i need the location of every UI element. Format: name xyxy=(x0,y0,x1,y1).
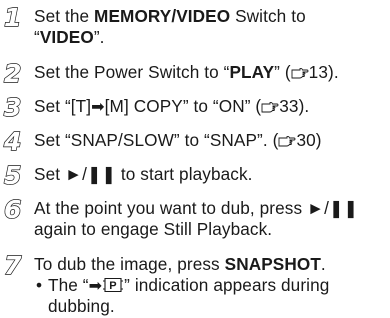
step-6-text: At the point you want to dub, press ►/❚❚… xyxy=(34,198,388,240)
text: At the point you want to dub, press ►/❚❚ xyxy=(34,198,359,218)
step-number-7: 7 xyxy=(2,250,30,280)
step-7-text: To dub the image, press SNAPSHOT. • The “… xyxy=(34,254,388,317)
page-reference: 30 xyxy=(296,130,316,150)
bold-text: MEMORY/VIDEO xyxy=(94,6,231,26)
text: ). xyxy=(298,96,310,116)
text: Set “[T] xyxy=(34,96,92,116)
text: Set the Power Switch to “ xyxy=(34,62,230,82)
step-number-text: 3 xyxy=(4,93,21,122)
page-reference: 13 xyxy=(308,62,328,82)
pointing-hand-reference-icon xyxy=(278,135,296,147)
bullet-continuation: dubbing. xyxy=(34,296,388,317)
step-5-text: Set ►/❚❚ to start playback. xyxy=(34,164,388,185)
text: Switch to xyxy=(230,6,306,26)
text: dubbing. xyxy=(48,296,115,316)
text: Set the xyxy=(34,6,95,26)
step-number-3: 3 xyxy=(2,92,30,122)
text: The “ xyxy=(48,275,89,295)
step-number-text: 2 xyxy=(4,59,21,88)
text: Set “SNAP/SLOW” to “SNAP”. ( xyxy=(34,130,279,150)
step-number-4: 4 xyxy=(2,126,30,156)
bullet-item: • The “➡ P ” indication appears during xyxy=(34,275,388,296)
bold-text: SNAPSHOT xyxy=(224,254,321,274)
step-4-text: Set “SNAP/SLOW” to “SNAP”. ( 30) xyxy=(34,130,388,151)
step-3-text: Set “[T]➡[M] COPY” to “ON” ( 33). xyxy=(34,96,388,117)
text: . xyxy=(320,254,326,274)
step-number-text: 4 xyxy=(3,127,21,156)
right-arrow-icon: ➡ xyxy=(88,278,103,295)
step-2-text: Set the Power Switch to “PLAY” ( 13). xyxy=(34,62,388,83)
text: Set ►/❚❚ to start playback. xyxy=(34,164,253,184)
bold-text: VIDEO xyxy=(39,27,94,47)
right-arrow-icon: ➡ xyxy=(91,99,105,116)
pointing-hand-reference-icon xyxy=(291,67,309,79)
text: To dub the image, press xyxy=(34,254,225,274)
pointing-hand-reference-icon xyxy=(261,101,279,113)
text: ” ( xyxy=(274,62,291,82)
step-number-text: 1 xyxy=(4,3,21,32)
step-number-1: 1 xyxy=(2,2,30,32)
step-number-5: 5 xyxy=(2,160,30,190)
text: ” indication appears during xyxy=(124,275,330,295)
bullet-mark: • xyxy=(36,275,43,295)
text: [M] COPY” to “ON” ( xyxy=(104,96,262,116)
text: ”. xyxy=(93,27,105,47)
step-number-2: 2 xyxy=(2,58,30,88)
step-1-text: Set the MEMORY/VIDEO Switch to “VIDEO”. xyxy=(34,6,388,48)
page-reference: 33 xyxy=(279,96,299,116)
p-in-frame-icon: P xyxy=(102,277,124,293)
p-icon-letter: P xyxy=(109,280,116,292)
bold-text: PLAY xyxy=(229,62,275,82)
text: ). xyxy=(328,62,339,82)
step-number-text: 5 xyxy=(4,161,21,190)
step-number-text: 7 xyxy=(4,251,22,280)
text: again to engage Still Playback. xyxy=(34,219,273,239)
step-number-6: 6 xyxy=(2,194,30,224)
text: ) xyxy=(315,130,322,150)
step-number-text: 6 xyxy=(4,195,21,224)
